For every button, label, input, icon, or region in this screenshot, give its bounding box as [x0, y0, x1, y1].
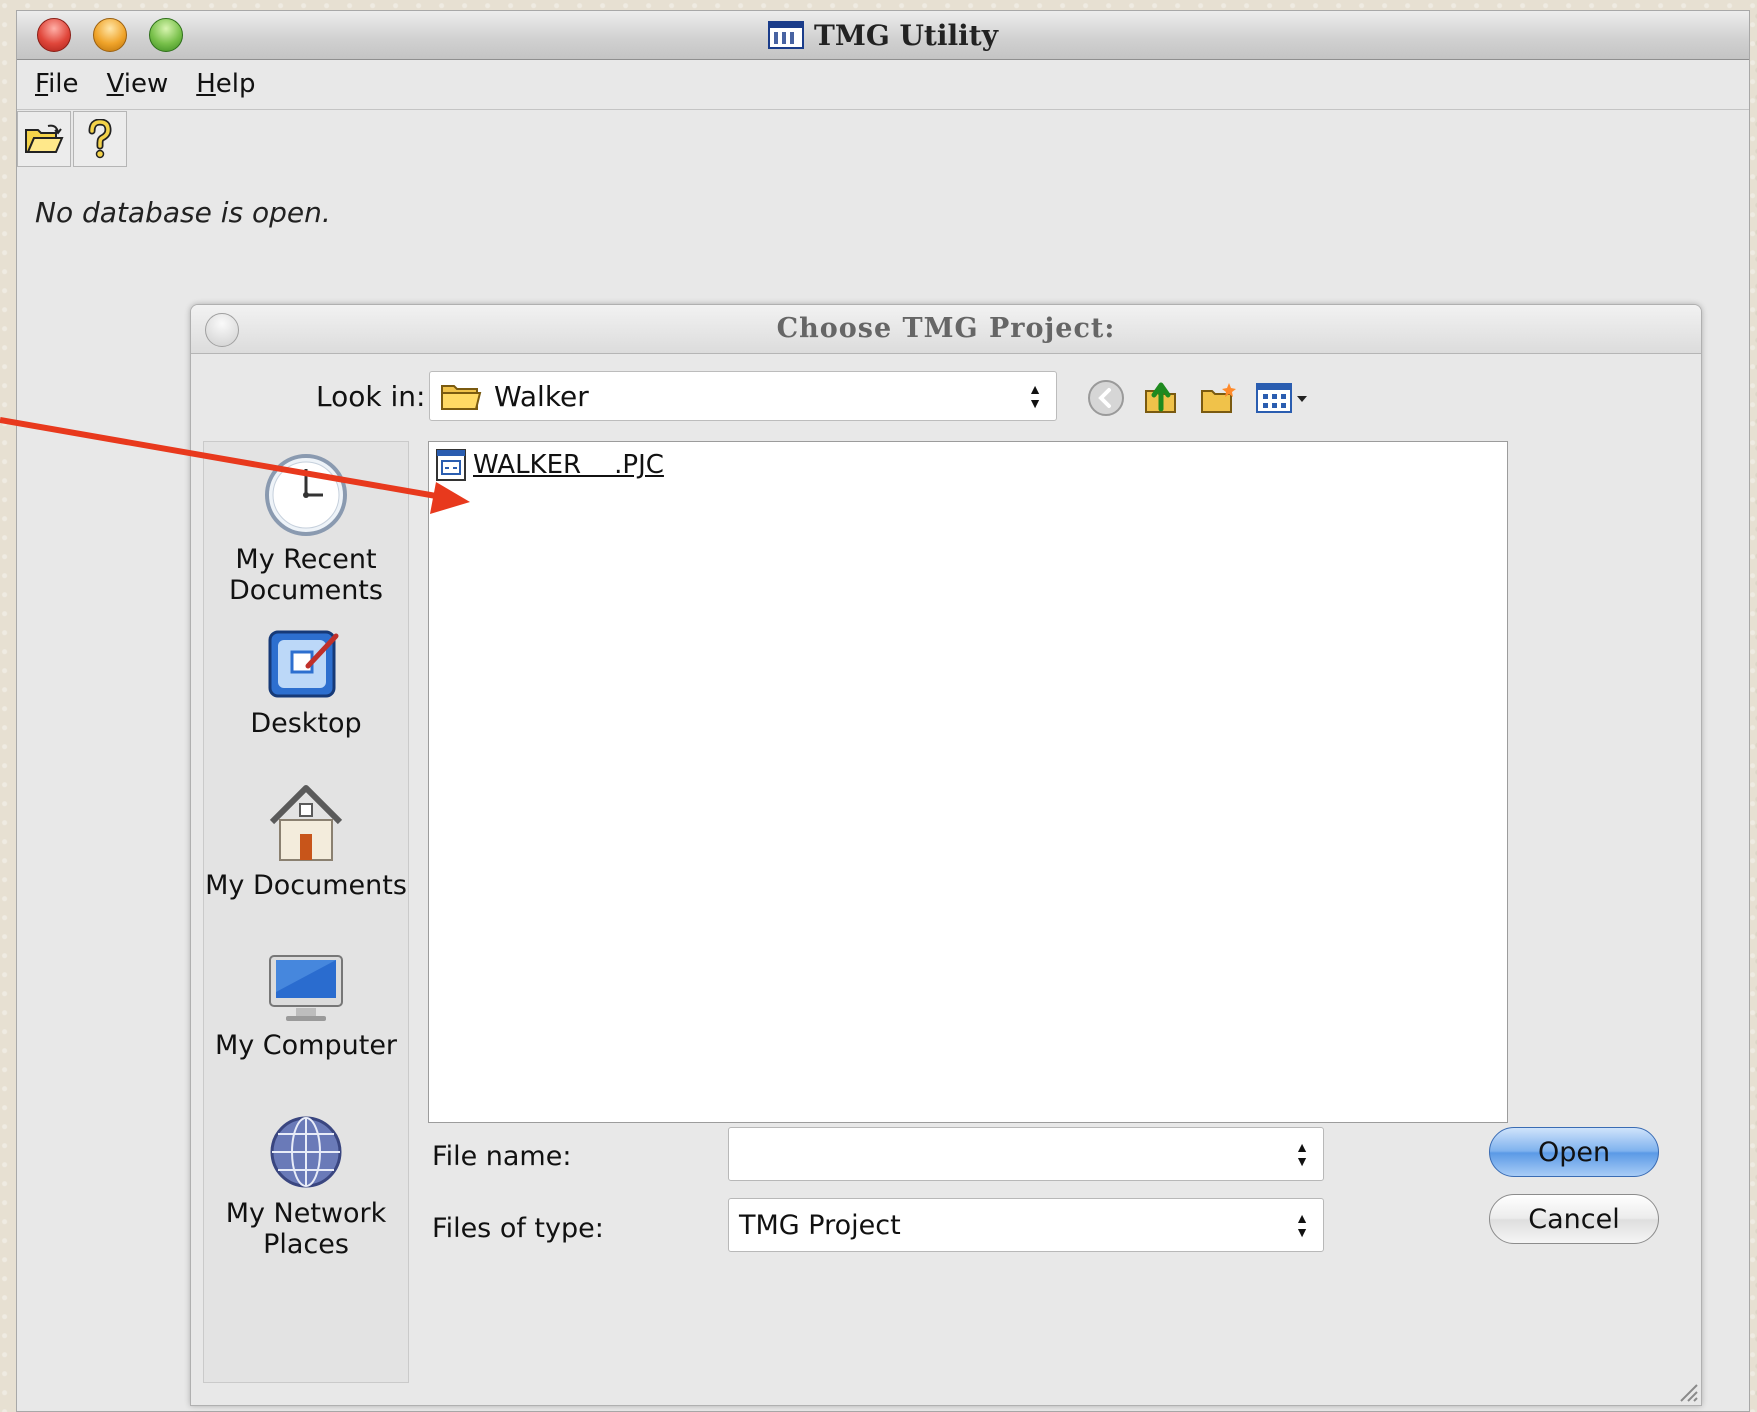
globe-icon	[270, 1116, 342, 1188]
files-of-type-stepper-icon: ▲ ▼	[1295, 1210, 1309, 1240]
cancel-button[interactable]: Cancel	[1489, 1194, 1659, 1244]
place-label-line-1: Desktop	[250, 708, 362, 739]
dialog-title: Choose TMG Project:	[776, 313, 1116, 344]
place-my-network-places[interactable]: My Network Places	[204, 1112, 408, 1260]
dialog-title-bar: Choose TMG Project:	[191, 305, 1701, 354]
app-table-icon	[768, 21, 805, 49]
folder-icon	[441, 385, 482, 410]
new-folder-icon	[1201, 383, 1236, 413]
select-stepper-icon: ▲ ▼	[1028, 381, 1042, 411]
desktop-icon	[268, 630, 339, 698]
place-label-line-1: My Recent	[235, 544, 377, 575]
choose-project-dialog: Choose TMG Project: Look in: Walker ▲▼	[190, 304, 1702, 1406]
open-folder-button[interactable]	[17, 111, 71, 167]
computer-icon	[269, 955, 343, 1021]
window-title-text: TMG Utility	[814, 18, 998, 52]
up-folder-button[interactable]	[1143, 379, 1181, 417]
place-label-line-1: My Network	[225, 1198, 387, 1229]
files-of-type-value: TMG Project	[739, 1209, 901, 1241]
toolbar	[17, 111, 129, 173]
open-folder-icon	[25, 124, 64, 153]
menu-file[interactable]: File	[35, 69, 79, 99]
place-label-line-1: My Computer	[214, 1030, 398, 1061]
place-label-line-1: My Documents	[205, 870, 407, 901]
file-name-input[interactable]: ▲ ▼	[728, 1127, 1324, 1181]
up-folder-icon	[1145, 382, 1176, 413]
view-menu-icon	[1256, 383, 1307, 413]
dialog-nav-toolbar	[1087, 379, 1311, 417]
places-sidebar: My Recent Documents Desktop My Documents	[203, 441, 409, 1383]
file-name-text: WALKER .PJC	[473, 450, 664, 480]
view-menu-button[interactable]	[1255, 379, 1311, 417]
clock-icon	[265, 454, 347, 536]
file-item[interactable]: WALKER .PJC	[435, 448, 664, 482]
file-list[interactable]: WALKER .PJC	[428, 441, 1508, 1123]
menu-help[interactable]: Help	[196, 69, 255, 99]
menu-bar: File View Help	[17, 59, 1749, 110]
place-my-recent-documents[interactable]: My Recent Documents	[204, 452, 408, 606]
status-message: No database is open.	[35, 196, 331, 229]
place-label-line-2: Documents	[229, 575, 383, 606]
look-in-select[interactable]: Walker ▲ ▼	[429, 371, 1057, 421]
menu-view[interactable]: View	[107, 69, 169, 99]
house-icon	[269, 785, 343, 861]
place-my-computer[interactable]: My Computer	[204, 952, 408, 1061]
resize-grip-icon	[1680, 1384, 1698, 1402]
files-of-type-label: Files of type:	[432, 1213, 604, 1244]
open-button[interactable]: Open	[1489, 1127, 1659, 1177]
window-title: TMG Utility	[17, 11, 1749, 59]
project-file-icon	[436, 449, 466, 481]
look-in-value: Walker	[494, 379, 589, 413]
look-in-label: Look in:	[316, 380, 426, 413]
place-my-documents[interactable]: My Documents	[204, 782, 408, 901]
back-arrow-icon	[1088, 380, 1124, 416]
back-button[interactable]	[1087, 379, 1125, 417]
file-name-stepper-icon: ▲ ▼	[1295, 1139, 1309, 1169]
files-of-type-select[interactable]: TMG Project ▲ ▼	[728, 1198, 1324, 1252]
new-folder-button[interactable]	[1199, 379, 1237, 417]
place-desktop[interactable]: Desktop	[204, 622, 408, 739]
help-button[interactable]	[73, 111, 127, 167]
file-name-label: File name:	[432, 1141, 572, 1172]
place-label-line-2: Places	[263, 1229, 349, 1260]
question-mark-icon	[88, 119, 112, 159]
title-bar: TMG Utility	[17, 11, 1749, 60]
